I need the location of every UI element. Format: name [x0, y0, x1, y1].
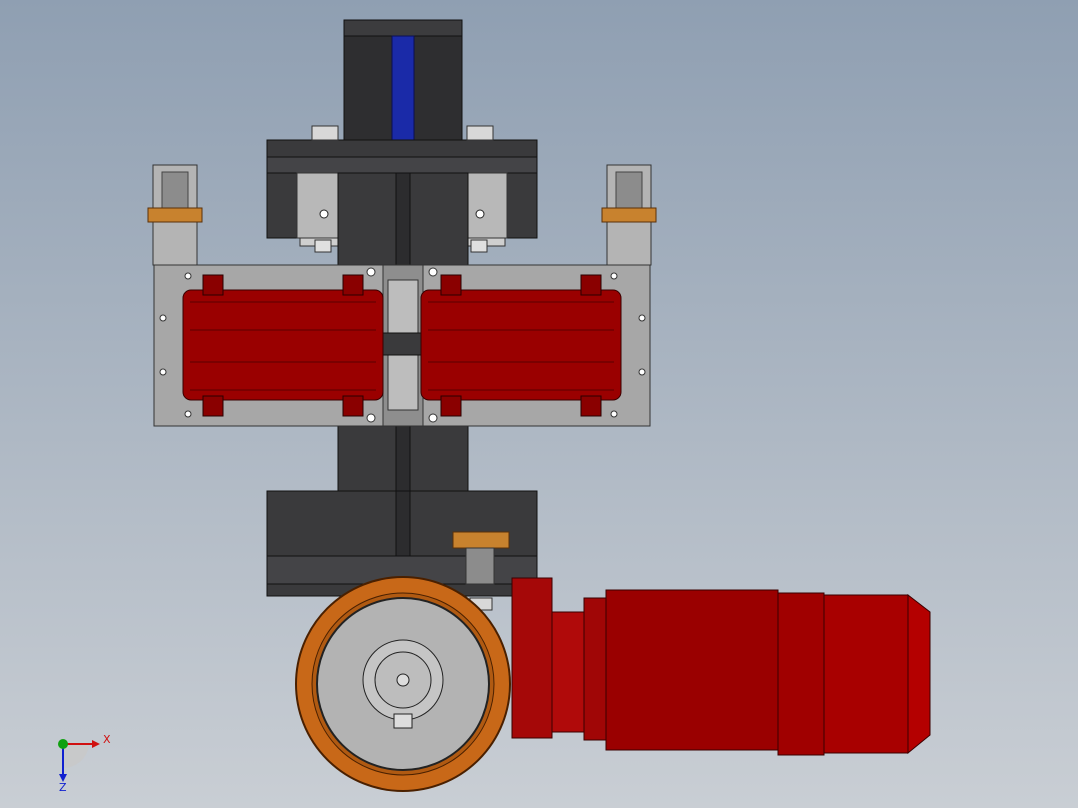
motor-shaft-blue — [391, 35, 415, 157]
x-axis-label: X — [103, 733, 111, 746]
bushing-ring-right — [601, 207, 657, 223]
drive-motor[interactable] — [511, 577, 931, 756]
triad-axes-icon — [58, 739, 100, 782]
z-axis-label: Z — [59, 781, 67, 794]
guide-post-left[interactable] — [147, 164, 203, 266]
drive-wheel[interactable] — [295, 576, 511, 792]
bushing-ring-left — [147, 207, 203, 223]
orientation-triad: X Z — [40, 720, 130, 800]
bushing-lower — [452, 531, 510, 549]
y-axis-dot — [58, 739, 68, 749]
hex-bolt-right — [466, 125, 494, 141]
cad-graphics-viewport[interactable]: X Z — [0, 0, 1078, 808]
guide-post-right[interactable] — [601, 164, 657, 266]
actuator-right[interactable] — [420, 274, 622, 417]
actuator-left[interactable] — [182, 274, 384, 417]
hex-bolt-left — [311, 125, 339, 141]
top-stepper-motor[interactable] — [343, 19, 463, 157]
motor-fan-cover — [907, 593, 931, 755]
drive-wheel-assembly-model[interactable] — [0, 0, 1078, 808]
